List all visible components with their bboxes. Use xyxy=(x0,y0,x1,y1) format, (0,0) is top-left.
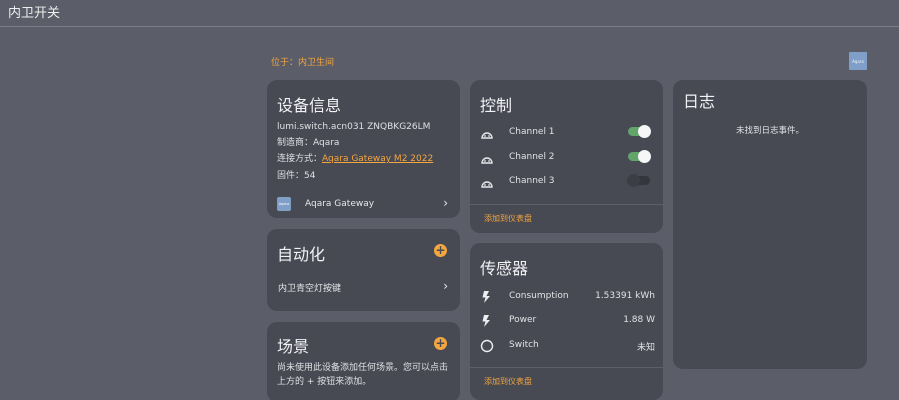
channel-label: Channel 3 xyxy=(509,176,555,186)
chevron-right-icon: › xyxy=(443,279,448,293)
sensor-row[interactable]: Consumption 1.53391 kWh xyxy=(480,289,655,305)
divider xyxy=(470,204,663,205)
light-switch-icon xyxy=(480,126,494,145)
scene-title: 场景 xyxy=(277,337,310,356)
device-info-card: 设备信息 lumi.switch.acn031 ZNQBKG26LM 制造商：A… xyxy=(267,80,460,218)
channel-3-toggle[interactable] xyxy=(627,173,650,187)
sensor-label: Consumption xyxy=(509,291,569,301)
top-bar: 内卫开关 xyxy=(0,0,899,27)
connection-label: 连接方式： xyxy=(277,154,323,164)
channel-1-toggle[interactable] xyxy=(628,124,651,138)
automation-title: 自动化 xyxy=(277,245,326,264)
connection-link[interactable]: Aqara Gateway M2 2022 xyxy=(322,154,433,164)
channel-label: Channel 2 xyxy=(509,152,555,162)
manufacturer-line: 制造商：Aqara xyxy=(277,138,340,148)
page-title: 内卫开关 xyxy=(8,6,61,21)
gateway-icon: Aqara xyxy=(277,197,291,211)
channel-label: Channel 1 xyxy=(509,127,555,137)
light-switch-icon xyxy=(480,175,494,194)
automation-item-label: 内卫青空灯按键 xyxy=(278,283,342,294)
log-title: 日志 xyxy=(683,92,716,111)
control-title: 控制 xyxy=(480,96,513,115)
add-automation-button[interactable]: + xyxy=(434,244,447,257)
chevron-right-icon: › xyxy=(443,196,448,210)
control-card: 控制 Channel 1 Channel 2 Channel 3 添加到仪表盘 xyxy=(470,80,663,233)
sensor-row[interactable]: Power 1.88 W xyxy=(480,313,655,329)
automation-item[interactable]: 内卫青空灯按键 › xyxy=(278,279,450,295)
channel-row: Channel 1 xyxy=(480,124,653,141)
log-empty-text: 未找到日志事件。 xyxy=(735,126,804,136)
sensor-label: Power xyxy=(509,315,537,325)
channel-row: Channel 3 xyxy=(480,173,653,190)
add-to-dashboard-button[interactable]: 添加到仪表盘 xyxy=(484,213,532,224)
automation-card: 自动化 + 内卫青空灯按键 › xyxy=(267,229,460,311)
flash-icon xyxy=(480,289,492,308)
device-info-title: 设备信息 xyxy=(277,96,342,115)
channel-2-toggle[interactable] xyxy=(628,149,651,163)
sensor-title: 传感器 xyxy=(480,259,529,278)
gateway-name: Aqara Gateway xyxy=(305,199,375,209)
sensor-row[interactable]: Switch 未知 xyxy=(480,338,655,354)
sensor-value: 未知 xyxy=(636,343,655,353)
scene-description: 尚未使用此设备添加任何场景。您可以点击上方的 + 按钮来添加。 xyxy=(277,363,449,387)
add-to-dashboard-button[interactable]: 添加到仪表盘 xyxy=(484,376,532,387)
divider xyxy=(470,367,663,368)
sensor-value: 1.88 W xyxy=(623,315,655,325)
connection-line: 连接方式：Aqara Gateway M2 2022 xyxy=(277,151,433,164)
sensor-value: 1.53391 kWh xyxy=(595,291,655,301)
light-switch-icon xyxy=(480,151,494,170)
circle-outline-icon xyxy=(480,338,494,357)
firmware-line: 固件：54 xyxy=(277,171,316,181)
model-line: lumi.switch.acn031 ZNQBKG26LM xyxy=(277,122,431,132)
add-scene-button[interactable]: + xyxy=(434,337,447,350)
gateway-row[interactable]: Aqara Aqara Gateway › xyxy=(277,196,450,212)
sensor-card: 传感器 Consumption 1.53391 kWh Power 1.88 W… xyxy=(470,243,663,400)
channel-row: Channel 2 xyxy=(480,149,653,166)
location-label: 位于：内卫生间 xyxy=(271,58,335,68)
log-card: 日志 未找到日志事件。 xyxy=(673,80,867,369)
flash-icon xyxy=(480,313,492,332)
scene-card: 场景 + 尚未使用此设备添加任何场景。您可以点击上方的 + 按钮来添加。 xyxy=(267,322,460,400)
sensor-label: Switch xyxy=(509,340,539,350)
brand-logo: Aqara xyxy=(849,52,867,70)
